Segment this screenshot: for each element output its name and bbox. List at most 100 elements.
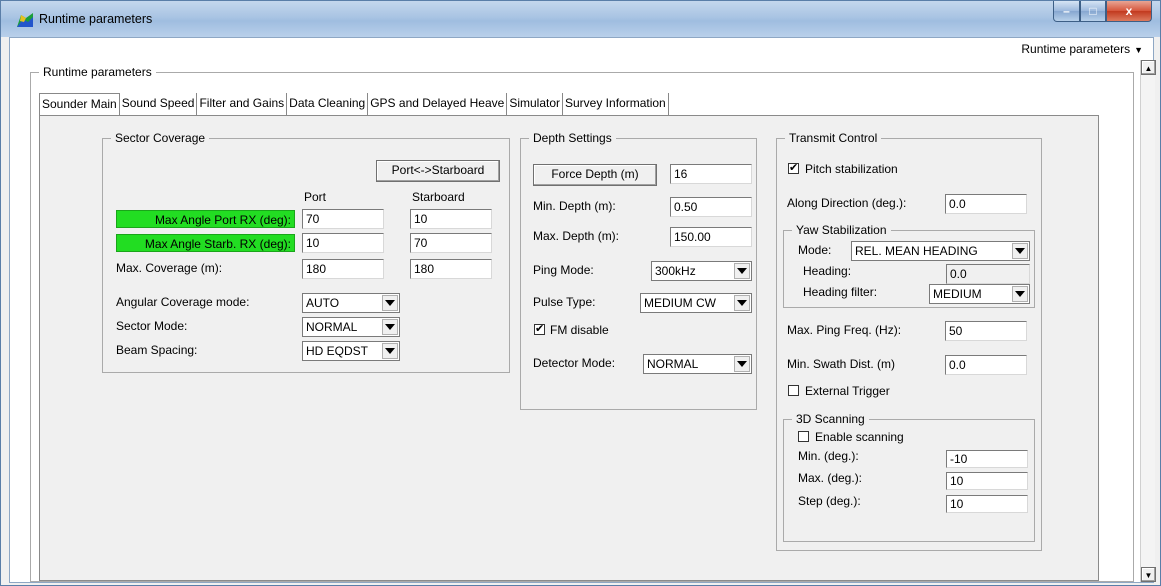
scan-step-label: Step (deg.):: [798, 494, 861, 508]
angular-coverage-mode-select[interactable]: AUTO: [302, 293, 400, 313]
starboard-column-header: Starboard: [412, 190, 465, 204]
close-icon: x: [1125, 4, 1133, 18]
max-angle-starb-rx-starboard-field[interactable]: 70: [410, 233, 492, 253]
transmit-control-title: Transmit Control: [785, 131, 882, 145]
tab-gps-and-delayed-heave[interactable]: GPS and Delayed Heave: [368, 93, 508, 115]
pitch-stabilization-checkbox[interactable]: ✔: [788, 163, 799, 174]
tab-filter-and-gains[interactable]: Filter and Gains: [197, 93, 288, 115]
scan-step-field[interactable]: 10: [946, 495, 1028, 513]
port-column-header: Port: [304, 190, 327, 204]
along-direction-field[interactable]: 0.0: [945, 194, 1027, 214]
beam-spacing-label: Beam Spacing:: [116, 343, 198, 357]
detector-mode-label: Detector Mode:: [533, 356, 616, 370]
yaw-mode-select[interactable]: REL. MEAN HEADING: [851, 241, 1030, 261]
tab-survey-information[interactable]: Survey Information: [563, 93, 669, 115]
3d-scanning-group: 3D Scanning Enable scanning Min. (deg.):…: [783, 412, 1035, 542]
beam-spacing-value: HD EQDST: [306, 344, 369, 358]
chevron-down-icon[interactable]: [1012, 286, 1028, 302]
depth-settings-group: Depth Settings Force Depth (m) 16 Min. D…: [520, 131, 757, 410]
force-depth-field[interactable]: 16: [670, 164, 752, 184]
yaw-mode-label: Mode:: [798, 243, 832, 257]
client-area: Runtime parameters ▼ ▲ ▼ Runtime paramete…: [9, 37, 1156, 583]
close-button[interactable]: x: [1106, 1, 1152, 22]
max-coverage-label: Max. Coverage (m):: [116, 261, 223, 275]
runtime-parameters-window: Runtime parameters – □ x Runtime paramet…: [0, 0, 1161, 586]
max-depth-label: Max. Depth (m):: [533, 229, 620, 243]
ping-mode-select[interactable]: 300kHz: [651, 261, 752, 281]
min-depth-label: Min. Depth (m):: [533, 199, 616, 213]
runtime-parameters-group-title: Runtime parameters: [39, 65, 156, 79]
max-angle-port-rx-button[interactable]: Max Angle Port RX (deg):: [116, 210, 295, 228]
tab-data-cleaning[interactable]: Data Cleaning: [287, 93, 369, 115]
pulse-type-value: MEDIUM CW: [644, 296, 716, 310]
tab-sound-speed[interactable]: Sound Speed: [119, 93, 198, 115]
max-angle-starb-rx-button[interactable]: Max Angle Starb. RX (deg):: [116, 234, 295, 252]
max-ping-freq-field[interactable]: 50: [945, 321, 1027, 341]
ping-mode-value: 300kHz: [655, 264, 696, 278]
pulse-type-select[interactable]: MEDIUM CW: [640, 293, 752, 313]
enable-scanning-checkbox[interactable]: [798, 431, 809, 442]
scan-min-field[interactable]: -10: [946, 450, 1028, 468]
tab-sounder-main[interactable]: Sounder Main: [39, 93, 120, 117]
sector-coverage-title: Sector Coverage: [111, 131, 210, 145]
heading-filter-select[interactable]: MEDIUM: [929, 284, 1030, 304]
force-depth-button[interactable]: Force Depth (m): [533, 164, 657, 186]
chevron-down-icon[interactable]: [382, 319, 398, 335]
yaw-mode-value: REL. MEAN HEADING: [855, 244, 978, 258]
max-ping-freq-label: Max. Ping Freq. (Hz):: [787, 323, 902, 337]
min-swath-dist-field[interactable]: 0.0: [945, 355, 1027, 375]
detector-mode-select[interactable]: NORMAL: [643, 354, 752, 374]
angular-coverage-mode-label: Angular Coverage mode:: [116, 295, 250, 309]
window-controls: – □ x: [1053, 1, 1152, 23]
max-angle-port-rx-starboard-field[interactable]: 10: [410, 209, 492, 229]
scroll-down-icon[interactable]: ▼: [1141, 567, 1156, 582]
beam-spacing-select[interactable]: HD EQDST: [302, 341, 400, 361]
scan-max-label: Max. (deg.):: [798, 471, 863, 485]
fm-disable-label: FM disable: [550, 323, 609, 337]
min-depth-field[interactable]: 0.50: [670, 197, 752, 217]
sector-mode-select[interactable]: NORMAL: [302, 317, 400, 337]
runtime-parameters-menu[interactable]: Runtime parameters ▼: [1021, 42, 1143, 56]
pitch-stabilization-label: Pitch stabilization: [805, 162, 898, 176]
max-angle-starb-rx-port-field[interactable]: 10: [302, 233, 384, 253]
tab-simulator[interactable]: Simulator: [507, 93, 563, 115]
detector-mode-value: NORMAL: [647, 357, 699, 371]
chevron-down-icon[interactable]: [734, 263, 750, 279]
heading-filter-label: Heading filter:: [803, 285, 878, 299]
enable-scanning-label: Enable scanning: [815, 430, 904, 444]
chevron-down-icon[interactable]: [382, 295, 398, 311]
minimize-button[interactable]: –: [1053, 1, 1080, 22]
app-icon: [17, 13, 33, 27]
tab-bar: Sounder Main Sound Speed Filter and Gain…: [39, 93, 669, 117]
sector-mode-label: Sector Mode:: [116, 319, 188, 333]
heading-label: Heading:: [803, 264, 852, 278]
max-depth-field[interactable]: 150.00: [670, 227, 752, 247]
chevron-down-icon[interactable]: [734, 356, 750, 372]
angular-coverage-mode-value: AUTO: [306, 296, 340, 310]
port-starboard-swap-button[interactable]: Port<->Starboard: [376, 160, 500, 182]
max-coverage-port-field[interactable]: 180: [302, 259, 384, 279]
max-angle-port-rx-port-field[interactable]: 70: [302, 209, 384, 229]
external-trigger-checkbox[interactable]: [788, 385, 799, 396]
transmit-control-group: Transmit Control ✔ Pitch stabilization A…: [776, 131, 1042, 551]
yaw-stabilization-title: Yaw Stabilization: [792, 223, 891, 237]
min-swath-dist-label: Min. Swath Dist. (m): [787, 357, 896, 371]
pulse-type-label: Pulse Type:: [533, 295, 596, 309]
heading-filter-value: MEDIUM: [933, 287, 982, 301]
max-coverage-starboard-field[interactable]: 180: [410, 259, 492, 279]
ping-mode-label: Ping Mode:: [533, 263, 594, 277]
vertical-scrollbar[interactable]: ▲ ▼: [1140, 60, 1156, 582]
scan-min-label: Min. (deg.):: [798, 449, 859, 463]
chevron-down-icon[interactable]: [734, 295, 750, 311]
chevron-down-icon[interactable]: [1012, 243, 1028, 259]
minimize-icon: –: [1063, 4, 1070, 18]
scroll-up-icon[interactable]: ▲: [1141, 60, 1156, 75]
chevron-down-icon[interactable]: [382, 343, 398, 359]
scan-max-field[interactable]: 10: [946, 472, 1028, 490]
maximize-button[interactable]: □: [1080, 1, 1106, 22]
title-bar[interactable]: Runtime parameters – □ x: [1, 1, 1160, 37]
fm-disable-checkbox[interactable]: ✔: [534, 324, 545, 335]
chevron-down-icon: ▼: [1134, 45, 1143, 55]
external-trigger-label: External Trigger: [805, 384, 890, 398]
window-title: Runtime parameters: [39, 12, 153, 26]
